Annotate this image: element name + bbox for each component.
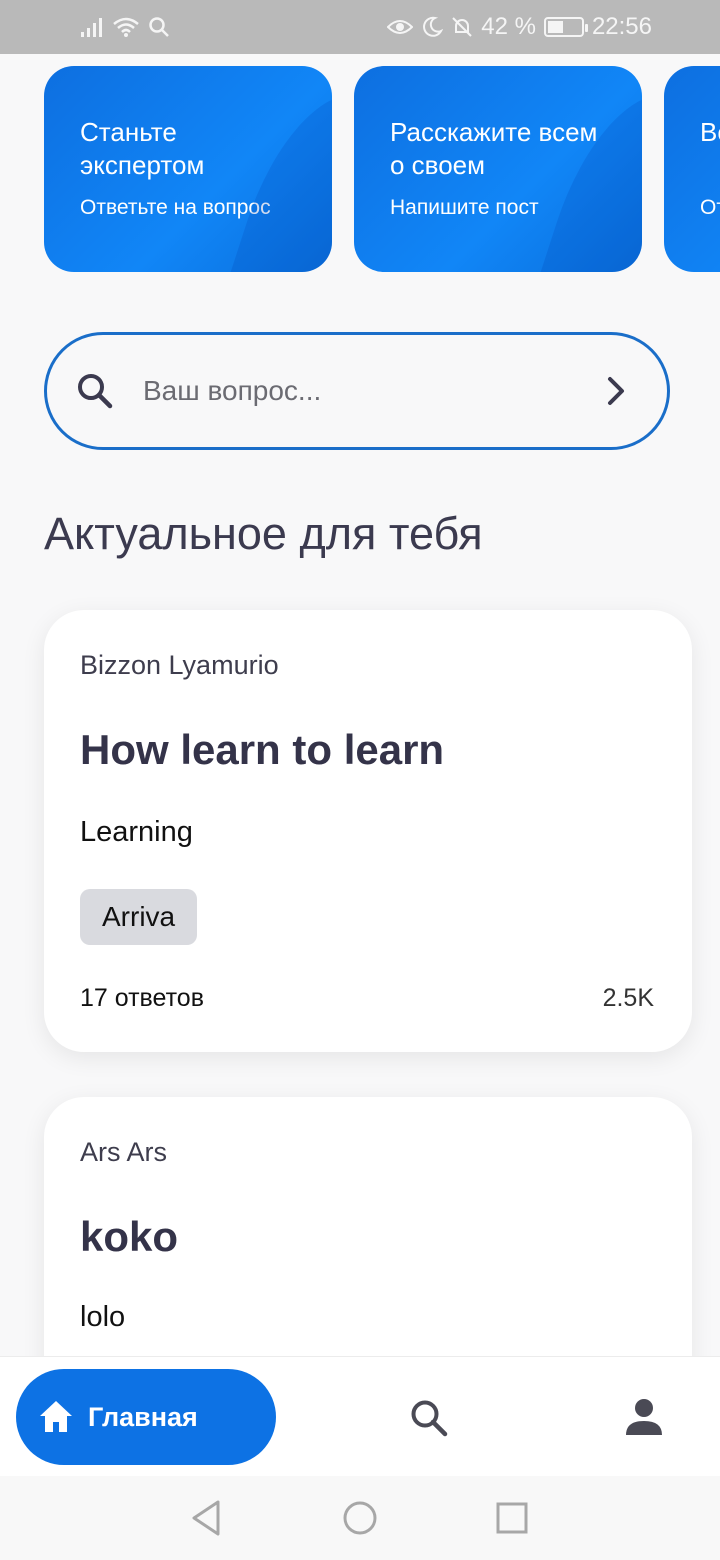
battery-icon (543, 17, 588, 37)
status-bar: 42 % 22:56 (0, 0, 720, 54)
promo-card-title: Расскажите всем о своем (390, 117, 598, 180)
promo-card-title: Станьте экспертом (80, 117, 205, 180)
question-title[interactable]: How learn to learn (80, 726, 444, 774)
eye-icon (387, 20, 414, 34)
status-bar-right: 42 % 22:56 (387, 13, 652, 41)
question-card[interactable]: Bizzon Lyamurio How learn to learn Learn… (44, 610, 692, 1052)
section-title: Актуальное для тебя (44, 508, 483, 559)
system-navigation-bar (0, 1476, 720, 1560)
question-topic: lolo (80, 1301, 126, 1333)
bell-off-icon (452, 17, 472, 37)
question-search-input[interactable] (143, 375, 601, 407)
recents-icon[interactable] (494, 1498, 530, 1538)
promo-card-title: Ве ко (700, 117, 720, 147)
answers-count: 17 ответов (80, 984, 204, 1012)
back-icon[interactable] (188, 1498, 224, 1538)
question-tag[interactable]: Arriva (80, 889, 198, 945)
status-bar-left (80, 16, 170, 38)
moon-icon (423, 16, 444, 37)
views-count: 2.5K (602, 984, 654, 1012)
question-author[interactable]: Ars Ars (80, 1137, 167, 1168)
home-circle-icon[interactable] (342, 1498, 378, 1538)
home-icon (40, 1401, 72, 1432)
nav-home-label: Главная (88, 1401, 198, 1432)
signal-icon (81, 18, 102, 37)
question-title[interactable]: koko (80, 1213, 178, 1261)
search-icon (78, 374, 113, 409)
clock: 22:56 (591, 13, 652, 40)
promo-card-third[interactable]: Ве ко От (664, 66, 720, 272)
promo-card-subtitle: Ответьте на вопрос (80, 196, 271, 219)
question-author[interactable]: Bizzon Lyamurio (80, 650, 279, 681)
wifi-icon (113, 17, 139, 37)
promo-card-subtitle: От (700, 196, 720, 219)
promo-card-post[interactable]: Расскажите всем о своем Напишите пост (354, 66, 642, 272)
search-icon (149, 17, 169, 37)
question-topic: Learning (80, 816, 193, 848)
nav-home-button[interactable]: Главная (16, 1369, 276, 1465)
battery-percent: 42 % (481, 13, 536, 40)
search-icon[interactable] (408, 1397, 450, 1439)
promo-card-expert[interactable]: Станьте экспертом Ответьте на вопрос (44, 66, 332, 272)
bottom-navigation: Главная (0, 1356, 720, 1476)
question-search-box[interactable] (44, 332, 670, 450)
profile-icon[interactable] (622, 1395, 666, 1439)
chevron-right-icon[interactable] (601, 373, 631, 409)
promo-carousel[interactable]: Станьте экспертом Ответьте на вопрос Рас… (0, 66, 720, 272)
promo-card-subtitle: Напишите пост (390, 196, 539, 219)
